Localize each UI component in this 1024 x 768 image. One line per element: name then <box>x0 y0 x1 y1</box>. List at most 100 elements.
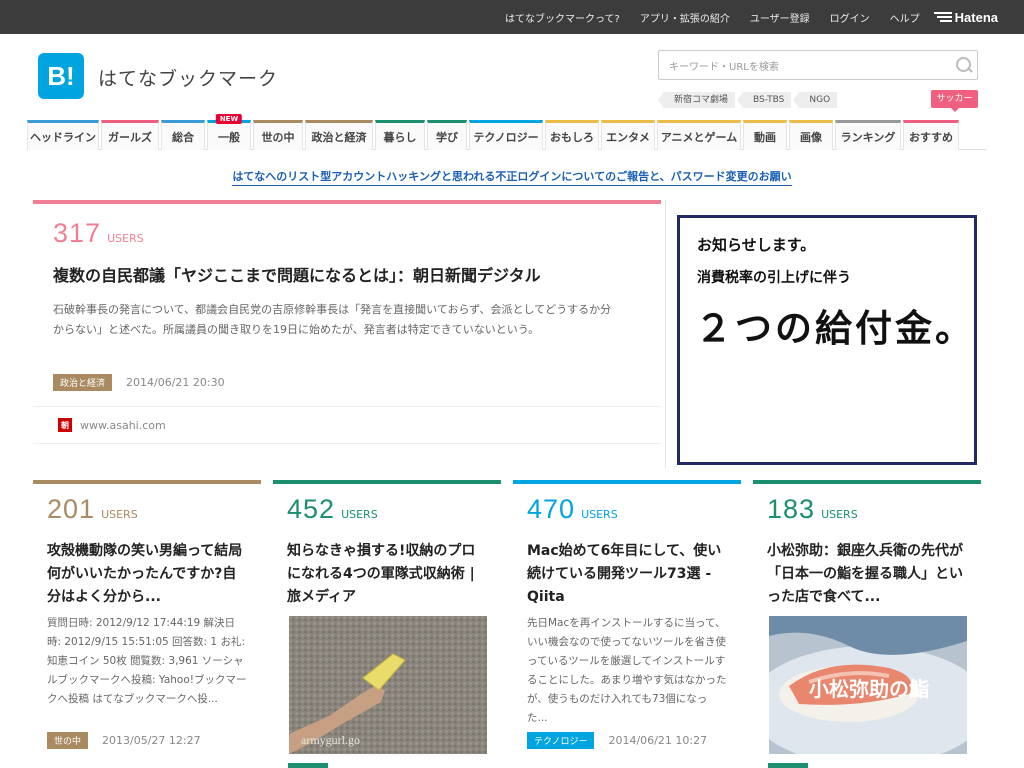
nav-tab-label: 政治と経済 <box>311 130 367 144</box>
nav-tab[interactable]: 動画 <box>743 120 787 150</box>
image-caption: 小松弥助の鮨 <box>809 677 929 701</box>
user-count[interactable]: 183 USERS <box>767 494 858 525</box>
nav-tab[interactable]: 学び <box>427 120 467 150</box>
entry-card: 201 USERS 攻殻機動隊の笑い男編って結局何がいいたかったんですか?自分は… <box>33 480 261 768</box>
nav-tab[interactable]: エンタメ <box>601 120 655 150</box>
soccer-badge[interactable]: サッカー <box>931 90 978 112</box>
carpet-photo: armygurl.go <box>289 616 487 754</box>
search-icon[interactable] <box>949 51 977 79</box>
global-header-bar: はてなブックマークって? アプリ・拡張の紹介 ユーザー登録 ログイン ヘルプ H… <box>0 0 1024 34</box>
entry-title[interactable]: 小松弥助：銀座久兵衛の先代が「日本一の鮨を握る職人」といった店で食べて... <box>767 540 967 609</box>
trending-tag[interactable]: BS-TBS <box>736 92 792 108</box>
user-count-number: 317 <box>53 218 102 248</box>
source-domain[interactable]: www.asahi.com <box>80 419 166 432</box>
entry-card: 183 USERS 小松弥助：銀座久兵衛の先代が「日本一の鮨を握る職人」といった… <box>753 480 981 768</box>
category-label[interactable]: テクノロジー <box>527 732 595 749</box>
nav-tab-label: 暮らし <box>383 130 417 144</box>
nav-tab-label: テクノロジー <box>473 130 539 144</box>
user-count[interactable]: 201 USERS <box>47 494 138 525</box>
ad-banner[interactable]: お知らせします。 消費税率の引上げに伴う ２つの給付金。 <box>677 215 977 465</box>
asahi-favicon-icon: 朝 <box>58 418 72 432</box>
nav-tab[interactable]: 一般 NEW <box>207 114 251 150</box>
category-label[interactable]: 政治と経済 <box>53 374 113 391</box>
entry-date: 2014/06/21 20:30 <box>126 376 225 389</box>
nav-tab-label: おすすめ <box>909 130 953 144</box>
about-link[interactable]: はてなブックマークって? <box>505 10 620 25</box>
trending-tag[interactable]: NGO <box>793 92 838 108</box>
entry-title[interactable]: Mac始めて6年目にして、使い続けている開発ツール73選 - Qiita <box>527 540 727 609</box>
nav-tab[interactable]: 画像 <box>789 120 833 150</box>
user-count-label: USERS <box>581 508 618 521</box>
user-count-label: USERS <box>821 508 858 521</box>
nav-tab-label: おもしろ <box>550 130 594 144</box>
nav-tab-label: 一般 <box>218 130 240 144</box>
user-count-label: USERS <box>341 508 378 521</box>
nav-tab[interactable]: 総合 <box>161 120 205 150</box>
category-label[interactable]: 世の中 <box>47 732 89 749</box>
entry-title[interactable]: 複数の自民都議「ヤジここまで問題になるとは」：朝日新聞デジタル <box>53 264 643 287</box>
nav-tab[interactable]: 世の中 <box>253 120 303 150</box>
user-count-label: USERS <box>101 508 138 521</box>
nav-tab-label: アニメとゲーム <box>660 130 738 144</box>
entry-thumbnail[interactable]: 小松弥助の鮨 <box>769 616 967 754</box>
user-count-number: 201 <box>47 494 96 524</box>
nav-tab[interactable]: ランキング <box>835 120 901 150</box>
entry-title[interactable]: 攻殻機動隊の笑い男編って結局何がいいたかったんですか?自分はよく分から... <box>47 540 247 609</box>
nav-tab-label: 学び <box>436 130 458 144</box>
entry-description: 石破幹事長の発言について、都議会自民党の吉原修幹事長は「発言を直接聞いておらず、… <box>53 303 612 336</box>
nav-tab-label: 総合 <box>172 130 194 144</box>
nav-tab-label: エンタメ <box>606 130 650 144</box>
entry-title[interactable]: 知らなきゃ損する!収納のプロになれる4つの軍隊式収納術 | 旅メディア <box>287 540 487 609</box>
hatena-logo[interactable]: Hatena <box>933 10 998 25</box>
bookmark-logo-icon[interactable]: B! <box>38 53 84 99</box>
nav-tab[interactable]: ヘッドライン <box>27 120 99 150</box>
nav-tab[interactable]: 政治と経済 <box>305 120 373 150</box>
nav-tab-label: ヘッドライン <box>30 130 96 144</box>
hatena-mark-icon <box>933 12 952 22</box>
nav-tab[interactable]: アニメとゲーム <box>657 120 741 150</box>
top-entry: 317 USERS 複数の自民都議「ヤジここまで問題になるとは」：朝日新聞デジタ… <box>33 200 661 468</box>
entry-date: 2014/06/21 10:27 <box>608 734 708 747</box>
nav-tab[interactable]: 暮らし <box>375 120 425 150</box>
help-link[interactable]: ヘルプ <box>890 10 920 25</box>
image-watermark: armygurl.go <box>301 733 360 747</box>
nav-tab-label: 画像 <box>800 130 822 144</box>
search-box[interactable]: キーワード・URLを検索 <box>658 50 978 80</box>
nav-tab[interactable]: おもしろ <box>545 120 599 150</box>
login-link[interactable]: ログイン <box>830 10 870 25</box>
entry-meta: テクノロジー 2014/06/21 10:27 <box>527 732 707 749</box>
nav-tab-label: 世の中 <box>261 130 295 144</box>
user-count-number: 470 <box>527 494 576 524</box>
entry-description: 質問日時: 2012/9/12 17:44:19 解決日時: 2012/9/15… <box>47 617 247 705</box>
sushi-photo: 小松弥助の鮨 <box>769 616 967 754</box>
entry-card: 470 USERS Mac始めて6年目にして、使い続けている開発ツール73選 -… <box>513 480 741 768</box>
nav-tab[interactable]: テクノロジー <box>469 120 543 150</box>
user-count[interactable]: 317 USERS <box>53 218 144 249</box>
nav-tab-label: ランキング <box>840 130 896 144</box>
entry-description: 先日Macを再インストールするに当って、いい機会なので使ってないツールを省き使っ… <box>527 617 727 724</box>
nav-tab-label: ガールズ <box>108 130 152 144</box>
ad-line-1: お知らせします。 <box>697 236 816 254</box>
user-count[interactable]: 470 USERS <box>527 494 618 525</box>
notice-bar: はてなへのリスト型アカウントハッキングと思われる不正ログインについてのご報告と、… <box>0 165 1024 186</box>
search-input[interactable]: キーワード・URLを検索 <box>669 58 949 73</box>
next-entry-marker <box>288 763 328 768</box>
user-count[interactable]: 452 USERS <box>287 494 378 525</box>
new-badge: NEW <box>215 114 243 124</box>
entry-meta: 世の中 2013/05/27 12:27 <box>47 732 201 749</box>
nav-tab[interactable]: ガールズ <box>101 120 159 150</box>
trending-tag[interactable]: 新宿コマ劇場 <box>657 92 736 108</box>
ad-headline: ２つの給付金。 <box>695 307 975 350</box>
user-count-label: USERS <box>107 232 144 245</box>
user-count-number: 183 <box>767 494 816 524</box>
entry-thumbnail[interactable]: armygurl.go <box>289 616 487 754</box>
apps-link[interactable]: アプリ・拡張の紹介 <box>640 10 730 25</box>
ad-line-2: 消費税率の引上げに伴う <box>697 270 851 286</box>
nav-tab[interactable]: おすすめ <box>903 120 959 150</box>
trending-tags: 新宿コマ劇場 BS-TBS NGO <box>657 92 845 108</box>
site-title[interactable]: はてなブックマーク <box>98 64 278 91</box>
register-link[interactable]: ユーザー登録 <box>750 10 810 25</box>
notice-link[interactable]: はてなへのリスト型アカウントハッキングと思われる不正ログインについてのご報告と、… <box>232 170 792 186</box>
next-entry-marker <box>768 763 808 768</box>
nav-tab-label: 動画 <box>754 130 776 144</box>
